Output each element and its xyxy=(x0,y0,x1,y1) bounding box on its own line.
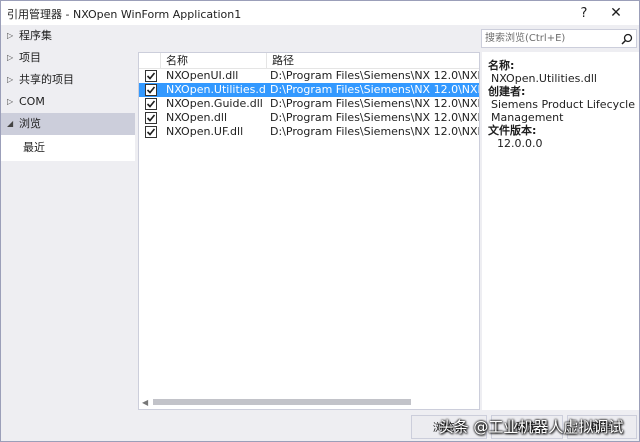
list-header: 名称 路径 xyxy=(139,53,479,69)
row-path: D:\Program Files\Siemens\NX 12.0\NXBIN\m… xyxy=(270,97,479,110)
creator-value-line2: Management xyxy=(491,111,564,124)
reference-list: 名称 路径 NXOpenUI.dll D:\Program Files\Siem… xyxy=(138,52,480,410)
reference-manager-window: 引用管理器 - NXOpen WinForm Application1 ? ✕ … xyxy=(0,0,640,442)
row-name: NXOpen.UF.dll xyxy=(166,125,244,138)
cancel-button[interactable]: 取消 xyxy=(567,415,637,439)
nav-item-assemblies[interactable]: ▷ 程序集 xyxy=(1,25,135,47)
category-nav: ▷ 程序集 ▷ 项目 ▷ 共享的项目 ▷ COM ◢ 浏览 最近 xyxy=(1,25,135,441)
list-row[interactable]: NXOpen.Guide.dll D:\Program Files\Siemen… xyxy=(139,97,479,111)
include-checkbox[interactable] xyxy=(145,70,157,82)
nav-item-shared-projects[interactable]: ▷ 共享的项目 xyxy=(1,69,135,91)
nav-item-label: 浏览 xyxy=(19,117,41,130)
nav-item-label: COM xyxy=(19,95,45,108)
list-row-selected[interactable]: NXOpen.Utilities.dll D:\Program Files\Si… xyxy=(139,83,479,97)
scroll-left-arrow-icon[interactable]: ◀ xyxy=(142,398,148,407)
expand-arrow-icon[interactable]: ▷ xyxy=(7,47,13,69)
row-name: NXOpen.Utilities.dll xyxy=(166,83,266,96)
include-checkbox[interactable] xyxy=(145,98,157,110)
ok-button[interactable]: 确定 xyxy=(491,415,563,439)
row-path: D:\Program Files\Siemens\NX 12.0\NXBIN\m… xyxy=(270,83,479,96)
list-row[interactable]: NXOpenUI.dll D:\Program Files\Siemens\NX… xyxy=(139,69,479,83)
include-checkbox[interactable] xyxy=(145,126,157,138)
expand-arrow-icon[interactable]: ▷ xyxy=(7,25,13,47)
nav-item-label: 项目 xyxy=(19,51,41,64)
row-name: NXOpenUI.dll xyxy=(166,69,239,82)
creator-label: 创建者: xyxy=(488,85,526,98)
browse-button[interactable]: 浏览... xyxy=(411,415,487,439)
version-label: 文件版本: xyxy=(488,124,537,137)
nav-item-browse[interactable]: ◢ 浏览 xyxy=(1,113,135,135)
name-value: NXOpen.Utilities.dll xyxy=(491,72,597,85)
row-path: D:\Program Files\Siemens\NX 12.0\NXBIN\m… xyxy=(270,111,479,124)
row-name: NXOpen.Guide.dll xyxy=(166,97,263,110)
creator-value-line1: Siemens Product Lifecycle xyxy=(491,98,636,111)
row-path: D:\Program Files\Siemens\NX 12.0\NXBIN\m… xyxy=(270,125,479,138)
search-icon[interactable] xyxy=(617,30,636,47)
include-checkbox[interactable] xyxy=(145,84,157,96)
include-checkbox[interactable] xyxy=(145,112,157,124)
nav-item-projects[interactable]: ▷ 项目 xyxy=(1,47,135,69)
list-row[interactable]: NXOpen.UF.dll D:\Program Files\Siemens\N… xyxy=(139,125,479,139)
checkmark-icon xyxy=(146,100,156,108)
checkbox-column-header[interactable] xyxy=(139,53,161,69)
collapse-arrow-icon[interactable]: ◢ xyxy=(7,113,13,135)
search-box xyxy=(481,29,637,48)
expand-arrow-icon[interactable]: ▷ xyxy=(7,69,13,91)
version-value: 12.0.0.0 xyxy=(497,137,543,150)
checkmark-icon xyxy=(146,72,156,80)
details-panel: 名称: NXOpen.Utilities.dll 创建者: Siemens Pr… xyxy=(482,52,639,410)
row-name: NXOpen.dll xyxy=(166,111,228,124)
horizontal-scrollbar[interactable]: ◀ xyxy=(139,395,479,409)
nav-item-label: 共享的项目 xyxy=(19,73,74,86)
scrollbar-thumb[interactable] xyxy=(153,399,411,405)
help-button[interactable]: ? xyxy=(573,3,595,23)
title-bar: 引用管理器 - NXOpen WinForm Application1 ? ✕ xyxy=(1,1,639,25)
checkmark-icon xyxy=(146,128,156,136)
nav-subitem-recent[interactable]: 最近 xyxy=(1,135,135,161)
window-title: 引用管理器 - NXOpen WinForm Application1 xyxy=(7,8,242,21)
expand-arrow-icon[interactable]: ▷ xyxy=(7,91,13,113)
name-column-header[interactable]: 名称 xyxy=(161,53,267,69)
row-path: D:\Program Files\Siemens\NX 12.0\NXBIN\m… xyxy=(270,69,479,82)
nav-subitem-label: 最近 xyxy=(23,141,45,154)
search-input[interactable] xyxy=(482,30,616,47)
checkmark-icon xyxy=(146,86,156,94)
checkmark-icon xyxy=(146,114,156,122)
path-column-header[interactable]: 路径 xyxy=(267,53,479,69)
name-label: 名称: xyxy=(488,59,515,72)
nav-item-label: 程序集 xyxy=(19,29,52,42)
close-button[interactable]: ✕ xyxy=(605,3,627,23)
nav-item-com[interactable]: ▷ COM xyxy=(1,91,135,113)
list-row[interactable]: NXOpen.dll D:\Program Files\Siemens\NX 1… xyxy=(139,111,479,125)
